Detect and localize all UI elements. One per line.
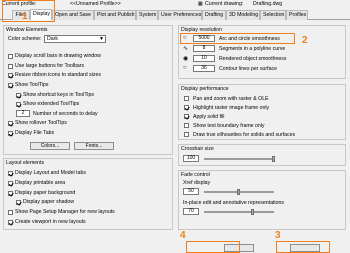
tab-plot-and-publish[interactable]: Plot and Publish: [94, 10, 136, 20]
checkbox-show-tooltips[interactable]: [8, 83, 13, 88]
polyline-icon: ∿: [183, 46, 189, 52]
contour-lines-icon: ○: [183, 65, 187, 71]
annotation-number-4: 4: [180, 230, 186, 241]
polyline-segments-input[interactable]: 8: [193, 45, 215, 52]
tab-open-and-save[interactable]: Open and Save: [52, 10, 94, 20]
text-boundary-label: Show text boundary frame only: [193, 123, 265, 129]
checkbox-extended-tooltips[interactable]: [16, 102, 21, 107]
crosshair-title: Crosshair size: [181, 146, 214, 152]
checkbox-pan-zoom-raster[interactable]: [184, 96, 189, 101]
fonts-button[interactable]: Fonts...: [74, 142, 114, 150]
inplace-slider-thumb[interactable]: [251, 209, 254, 215]
color-scheme-value: Dark: [47, 36, 58, 42]
tab-user-preferences[interactable]: User Preferences: [158, 10, 202, 20]
checkbox-resize-ribbon[interactable]: [8, 73, 13, 78]
display-performance-title: Display performance: [181, 86, 229, 92]
tab-selection[interactable]: Selection: [260, 10, 286, 20]
create-viewport-label: Create viewport in new layouts: [15, 219, 86, 225]
contour-lines-input[interactable]: 36: [193, 65, 215, 72]
current-profile-value: <<Unnamed Profile>>: [70, 1, 121, 7]
rendered-smoothness-label: Rendered object smoothness: [219, 56, 287, 62]
colors-button[interactable]: Colors...: [30, 142, 70, 150]
highlight-ok-button: [276, 241, 330, 253]
annotation-number-3: 3: [275, 230, 281, 241]
color-scheme-select[interactable]: Dark ▼: [44, 35, 106, 43]
fade-control-title: Fade control: [181, 172, 210, 178]
xref-display-label: Xref display: [183, 180, 211, 186]
rendered-smoothness-input[interactable]: 10: [193, 55, 215, 62]
xref-display-input[interactable]: 50: [183, 188, 199, 195]
checkbox-layout-model-tabs[interactable]: [8, 171, 13, 176]
scroll-bars-label: Display scroll bars in drawing window: [15, 53, 101, 59]
delay-seconds-label: Number of seconds to delay: [33, 111, 98, 117]
inplace-edit-label: In-place edit and annotative representat…: [183, 200, 284, 206]
checkbox-page-setup-manager[interactable]: [8, 210, 13, 215]
window-elements-title: Window Elements: [6, 27, 48, 33]
checkbox-large-buttons[interactable]: [8, 64, 13, 69]
checkbox-paper-background[interactable]: [8, 191, 13, 196]
tab-profiles[interactable]: Profiles: [286, 10, 308, 20]
checkbox-paper-shadow[interactable]: [16, 200, 21, 205]
highlight-arc-smoothness: [180, 33, 295, 44]
paper-shadow-label: Display paper shadow: [23, 199, 75, 205]
pan-zoom-raster-label: Pan and zoom with raster & OLE: [193, 96, 269, 102]
tab-system[interactable]: System: [136, 10, 158, 20]
checkbox-true-silhouettes[interactable]: [184, 132, 189, 137]
checkbox-file-tabs[interactable]: [8, 131, 13, 136]
color-scheme-label: Color scheme:: [8, 36, 42, 42]
xref-slider-thumb[interactable]: [237, 189, 240, 195]
inplace-slider-track[interactable]: [204, 211, 274, 213]
file-tabs-label: Display File Tabs: [15, 130, 55, 136]
checkbox-apply-solid-fill[interactable]: [184, 114, 189, 119]
delay-seconds-input[interactable]: 2: [16, 110, 30, 117]
annotation-number-1: 1: [22, 11, 28, 22]
extended-tooltips-label: Show extended ToolTips: [23, 101, 80, 107]
layout-model-tabs-label: Display Layout and Model tabs: [15, 170, 86, 176]
paper-background-label: Display paper background: [15, 190, 76, 196]
chevron-down-icon: ▼: [99, 36, 104, 42]
checkbox-printable-area[interactable]: [8, 181, 13, 186]
current-drawing-value: Drafting.dwg: [253, 1, 283, 7]
checkbox-text-boundary[interactable]: [184, 123, 189, 128]
rendered-object-icon: ◉: [183, 56, 189, 62]
page-setup-manager-label: Show Page Setup Manager for new layouts: [15, 209, 115, 215]
shortcut-keys-label: Show shortcut keys in ToolTips: [23, 92, 94, 98]
apply-solid-fill-label: Apply solid fill: [193, 114, 225, 120]
highlight-display-tab: [2, 0, 55, 22]
checkbox-shortcut-keys[interactable]: [16, 93, 21, 98]
crosshair-size-input[interactable]: 100: [183, 155, 199, 162]
tab-drafting[interactable]: Drafting: [202, 10, 226, 20]
annotation-number-2: 2: [302, 35, 308, 46]
checkbox-rollover-tooltips[interactable]: [8, 121, 13, 126]
large-buttons-label: Use large buttons for Toolbars: [15, 63, 85, 69]
tab-3d-modeling[interactable]: 3D Modeling: [226, 10, 260, 20]
highlight-apply-button: [186, 241, 240, 253]
checkbox-scroll-bars[interactable]: [8, 54, 13, 59]
rollover-tooltips-label: Show rollover ToolTips: [15, 120, 67, 126]
polyline-segments-label: Segments in a polyline curve: [219, 46, 286, 52]
crosshair-slider-thumb[interactable]: [272, 156, 275, 162]
checkbox-create-viewport[interactable]: [8, 220, 13, 225]
drawing-icon: ▦: [198, 1, 203, 7]
crosshair-slider-track[interactable]: [204, 158, 274, 160]
printable-area-label: Display printable area: [15, 180, 66, 186]
show-tooltips-label: Show ToolTips: [15, 82, 49, 88]
layout-elements-title: Layout elements: [6, 160, 45, 166]
current-drawing-label: Current drawing:: [205, 1, 244, 7]
contour-lines-label: Contour lines per surface: [219, 66, 277, 72]
resize-ribbon-label: Resize ribbon icons to standard sizes: [15, 72, 101, 78]
inplace-edit-input[interactable]: 70: [183, 208, 199, 215]
highlight-raster-label: Highlight raster image frame only: [193, 105, 270, 111]
checkbox-highlight-raster[interactable]: [184, 105, 189, 110]
true-silhouettes-label: Draw true silhouettes for solids and sur…: [193, 132, 296, 138]
